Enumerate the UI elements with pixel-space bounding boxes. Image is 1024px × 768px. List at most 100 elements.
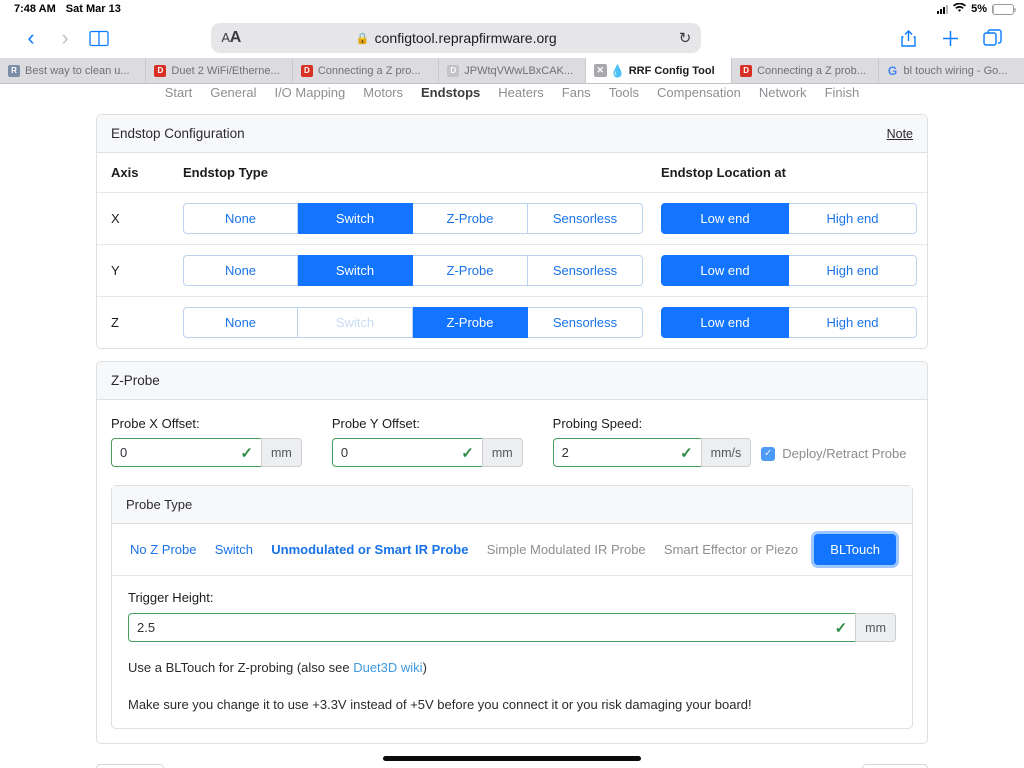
endstop-type-option-sensorless[interactable]: Sensorless bbox=[528, 307, 643, 338]
wizard-nav-item-fans[interactable]: Fans bbox=[562, 85, 591, 100]
endstop-location-option-low-end[interactable]: Low end bbox=[661, 307, 789, 338]
endstop-type-button-group: None Switch Z-Probe Sensorless bbox=[183, 255, 661, 286]
endstop-location-option-high-end[interactable]: High end bbox=[789, 203, 917, 234]
valid-check-icon: ✓ bbox=[240, 444, 253, 462]
probe-type-option-smart-effector-or-piezo[interactable]: Smart Effector or Piezo bbox=[662, 536, 800, 563]
deploy-retract-checkbox[interactable]: ✓ bbox=[761, 446, 776, 461]
duet-favicon: D bbox=[154, 64, 167, 77]
probe-y-offset-label: Probe Y Offset: bbox=[331, 416, 420, 431]
probe-type-option-simple-modulated-ir-probe[interactable]: Simple Modulated IR Probe bbox=[485, 536, 648, 563]
reload-icon[interactable]: ↻ bbox=[679, 29, 692, 47]
endstop-table-header: Axis Endstop Type Endstop Location at bbox=[97, 153, 927, 193]
share-button[interactable] bbox=[892, 21, 926, 55]
probe-x-offset-unit: mm bbox=[261, 438, 302, 467]
wizard-nav-item-motors[interactable]: Motors bbox=[363, 85, 403, 100]
google-favicon: G bbox=[887, 63, 898, 78]
endstop-type-option-sensorless[interactable]: Sensorless bbox=[528, 203, 643, 234]
z-probe-card-header: Z-Probe bbox=[97, 362, 927, 400]
wizard-nav-item-i-o-mapping[interactable]: I/O Mapping bbox=[274, 85, 345, 100]
wizard-nav-item-compensation[interactable]: Compensation bbox=[657, 85, 741, 100]
endstop-type-button-group: None Switch Z-Probe Sensorless bbox=[183, 307, 661, 338]
wizard-nav-item-finish[interactable]: Finish bbox=[825, 85, 860, 100]
duet-favicon: D bbox=[740, 64, 753, 77]
browser-tab[interactable]: D Connecting a Z pro... bbox=[292, 58, 440, 83]
wizard-nav-item-start[interactable]: Start bbox=[165, 85, 192, 100]
browser-tab[interactable]: D Duet 2 WiFi/Etherne... bbox=[146, 58, 293, 83]
browser-tab[interactable]: Gbl touch wiring - Go... bbox=[878, 58, 1024, 83]
trigger-height-input[interactable]: 2.5 ✓ bbox=[128, 613, 856, 642]
ios-status-bar: 7:48 AM Sat Mar 13 5% bbox=[0, 0, 1024, 18]
probe-type-option-no-z-probe[interactable]: No Z Probe bbox=[128, 536, 198, 563]
close-icon[interactable]: ✕ bbox=[593, 64, 607, 77]
probe-help-text-line1: Use a BLTouch for Z-probing (also see Du… bbox=[128, 660, 896, 675]
endstop-type-button-group: None Switch Z-Probe Sensorless bbox=[183, 203, 661, 234]
battery-percent: 5% bbox=[971, 3, 987, 15]
endstop-type-option-switch[interactable]: Switch bbox=[298, 255, 413, 286]
z-probe-card-title: Z-Probe bbox=[111, 373, 160, 388]
endstop-type-option-z-probe[interactable]: Z-Probe bbox=[413, 307, 528, 338]
new-tab-button[interactable] bbox=[934, 21, 968, 55]
back-button[interactable]: ‹ bbox=[14, 21, 48, 55]
endstop-type-cell: None Switch Z-Probe Sensorless bbox=[183, 203, 661, 234]
probe-type-card: Probe Type No Z Probe Switch Unmodulated o… bbox=[111, 485, 913, 729]
browser-tab-label: Best way to clean u... bbox=[25, 64, 130, 77]
endstop-location-option-low-end[interactable]: Low end bbox=[661, 203, 789, 234]
browser-tab[interactable]: D JPWtqVWwLBxCAK... bbox=[439, 58, 586, 83]
note-link[interactable]: Note bbox=[887, 127, 913, 141]
next-button-wizard[interactable]: Next » bbox=[862, 764, 928, 768]
wizard-nav-item-heaters[interactable]: Heaters bbox=[498, 85, 544, 100]
browser-tab[interactable]: ✕ 💧 RRF Config Tool bbox=[585, 58, 733, 83]
back-button-wizard[interactable]: « Back bbox=[96, 764, 164, 768]
endstop-type-option-sensorless[interactable]: Sensorless bbox=[528, 255, 643, 286]
probe-y-offset-value: 0 bbox=[340, 445, 349, 460]
probe-y-offset-input[interactable]: 0 ✓ bbox=[331, 438, 482, 467]
endstop-type-cell: None Switch Z-Probe Sensorless bbox=[183, 307, 661, 338]
endstop-location-option-high-end[interactable]: High end bbox=[789, 307, 917, 338]
probe-x-offset-value: 0 bbox=[120, 445, 128, 460]
endstop-type-option-none[interactable]: None bbox=[183, 307, 298, 338]
column-header-endstop-type: Endstop Type bbox=[183, 165, 268, 180]
browser-tab[interactable]: R Best way to clean u... bbox=[0, 58, 147, 83]
browser-tab-label: Connecting a Z pro... bbox=[317, 64, 421, 77]
wizard-nav-item-network[interactable]: Network bbox=[759, 85, 807, 100]
probe-x-offset-input[interactable]: 0 ✓ bbox=[111, 438, 261, 467]
probe-type-option-bltouch[interactable]: BLTouch bbox=[814, 534, 896, 565]
trigger-height-unit: mm bbox=[855, 613, 896, 642]
valid-check-icon: ✓ bbox=[834, 619, 848, 637]
axis-label: Z bbox=[111, 315, 119, 330]
endstop-type-option-switch: Switch bbox=[298, 307, 413, 338]
endstop-type-option-z-probe[interactable]: Z-Probe bbox=[413, 203, 528, 234]
status-date: Sat Mar 13 bbox=[65, 3, 121, 15]
duet3d-wiki-link[interactable]: Duet3D wiki bbox=[353, 660, 422, 675]
endstop-type-option-switch[interactable]: Switch bbox=[298, 203, 413, 234]
endstop-type-option-none[interactable]: None bbox=[183, 255, 298, 286]
battery-icon bbox=[992, 3, 1016, 15]
probe-type-option-unmodulated-or-smart-ir-probe[interactable]: Unmodulated or Smart IR Probe bbox=[269, 536, 470, 563]
endstop-card-header: Endstop Configuration Note bbox=[97, 115, 927, 153]
forward-button[interactable]: › bbox=[48, 21, 82, 55]
tabs-overview-button[interactable] bbox=[976, 21, 1010, 55]
endstop-location-option-high-end[interactable]: High end bbox=[789, 255, 917, 286]
browser-tab-label: bl touch wiring - Go... bbox=[903, 64, 1008, 77]
column-header-endstop-location: Endstop Location at bbox=[661, 165, 786, 180]
page-content: Start General I/O Mapping Motors Endstops Hea… bbox=[0, 84, 1024, 768]
endstop-location-button-group: Low end High end bbox=[661, 255, 917, 286]
probing-speed-input[interactable]: 2 ✓ bbox=[552, 438, 701, 467]
wizard-nav-item-endstops[interactable]: Endstops bbox=[421, 85, 480, 100]
wizard-nav-item-general[interactable]: General bbox=[210, 85, 256, 100]
deploy-retract-probe-row[interactable]: ✓ Deploy/Retract Probe bbox=[761, 446, 907, 467]
probing-speed-value: 2 bbox=[561, 445, 569, 460]
endstop-location-option-low-end[interactable]: Low end bbox=[661, 255, 789, 286]
browser-tab[interactable]: D Connecting a Z prob... bbox=[732, 58, 879, 83]
wizard-nav-item-tools[interactable]: Tools bbox=[609, 85, 639, 100]
trigger-height-label: Trigger Height: bbox=[128, 590, 214, 605]
endstop-type-option-z-probe[interactable]: Z-Probe bbox=[413, 255, 528, 286]
endstop-type-option-none[interactable]: None bbox=[183, 203, 298, 234]
axis-label: X bbox=[111, 211, 120, 226]
address-bar[interactable]: AA 🔒 configtool.reprapfirmware.org ↻ bbox=[211, 23, 702, 53]
probing-speed-unit: mm/s bbox=[700, 438, 752, 467]
probe-type-option-switch[interactable]: Switch bbox=[213, 536, 255, 563]
bookmarks-button[interactable] bbox=[82, 21, 116, 55]
duet-favicon: D bbox=[300, 64, 313, 77]
axis-label: Y bbox=[111, 263, 120, 278]
